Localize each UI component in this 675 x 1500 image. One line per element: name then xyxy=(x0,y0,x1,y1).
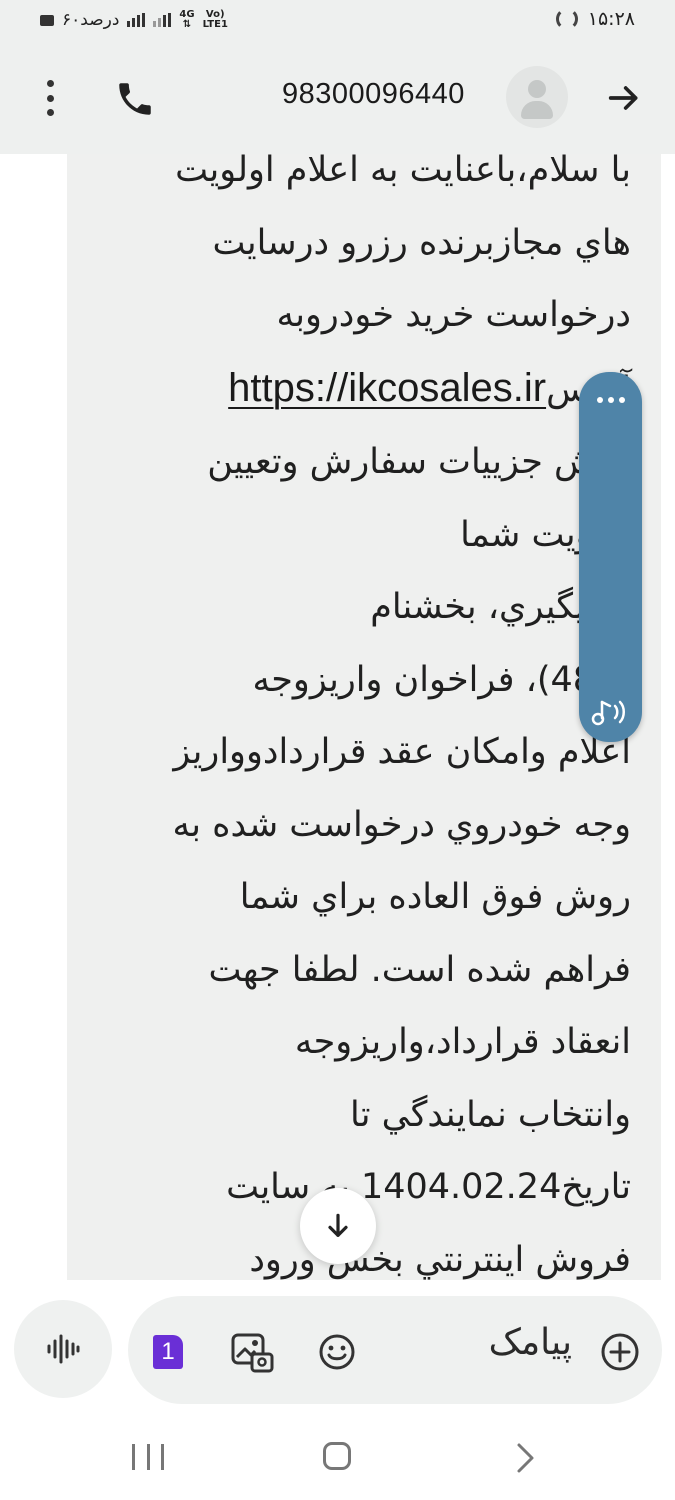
conversation-view[interactable]: با سلام،باعنایت به اعلام اولویت هاي مجاز… xyxy=(0,154,675,1280)
audio-note-icon[interactable] xyxy=(589,694,633,730)
add-circle-icon[interactable] xyxy=(600,1332,640,1372)
phone-icon[interactable] xyxy=(114,78,156,120)
recents-icon[interactable] xyxy=(132,1444,164,1470)
more-horiz-icon[interactable] xyxy=(579,380,642,420)
status-time: ۱۵:۲۸ xyxy=(587,8,635,30)
status-left: ۶۰درصد 4G ⇅ Vo) LTE1 xyxy=(40,10,228,30)
message-link[interactable]: https://ikcosales.ir xyxy=(228,366,546,410)
app-bar: 98300096440 xyxy=(0,44,675,154)
message-bubble[interactable]: با سلام،باعنایت به اعلام اولویت هاي مجاز… xyxy=(67,154,661,1280)
volte-badge: Vo) LTE1 xyxy=(202,9,228,30)
gallery-icon[interactable] xyxy=(230,1330,274,1374)
signal-icon-2 xyxy=(153,13,172,27)
more-options-icon[interactable] xyxy=(36,80,64,116)
contact-number: 98300096440 xyxy=(282,78,465,110)
compose-box[interactable]: 1 پیامک xyxy=(128,1296,662,1404)
emoji-icon[interactable] xyxy=(318,1333,356,1371)
message-text: با سلام،باعنایت به اعلام اولویت هاي مجاز… xyxy=(91,154,631,1280)
network-type: 4G ⇅ xyxy=(179,9,195,30)
compose-area: 1 پیامک xyxy=(0,1280,675,1414)
message-text-part-2: بخش جزییات سفارش وتعیین اولویت شما کدپیگ… xyxy=(172,442,631,1280)
scroll-down-button[interactable] xyxy=(300,1188,376,1264)
message-input[interactable]: پیامک xyxy=(489,1322,572,1363)
status-right: ۱۵:۲۸ xyxy=(555,8,635,30)
floating-panel[interactable] xyxy=(579,372,642,742)
arrow-down-icon xyxy=(328,1213,348,1237)
waveform-icon xyxy=(47,1334,80,1364)
chevron-right-icon[interactable] xyxy=(512,1442,538,1474)
battery-text: ۶۰درصد xyxy=(62,10,120,30)
home-icon[interactable] xyxy=(323,1442,351,1470)
status-bar: ۶۰درصد 4G ⇅ Vo) LTE1 ۱۵:۲۸ xyxy=(0,0,675,44)
sync-icon xyxy=(555,8,578,30)
navigation-bar xyxy=(0,1414,675,1500)
sim-selector[interactable]: 1 xyxy=(153,1335,183,1369)
signal-icon xyxy=(127,13,146,27)
voice-record-button[interactable] xyxy=(14,1300,112,1398)
battery-icon xyxy=(40,14,54,26)
avatar[interactable] xyxy=(506,66,568,128)
arrow-back-icon[interactable] xyxy=(604,78,644,118)
